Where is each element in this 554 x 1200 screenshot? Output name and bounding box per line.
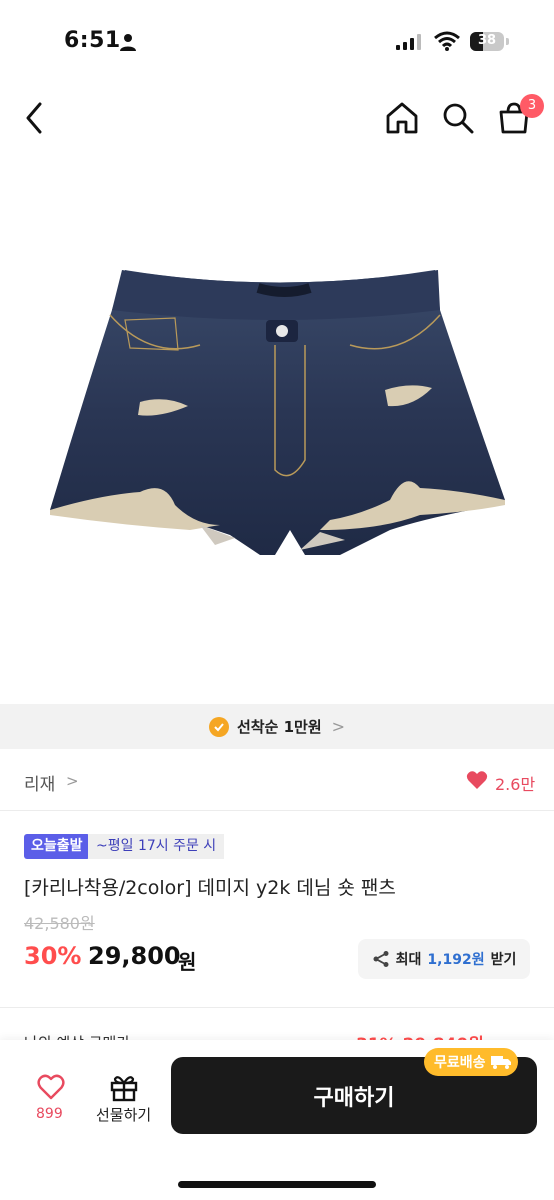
product-image[interactable] [0, 170, 554, 705]
home-indicator[interactable] [178, 1181, 376, 1188]
original-price: 42,580원 [24, 914, 95, 933]
cart-badge: 3 [520, 94, 544, 118]
battery-text: 38 [477, 33, 497, 48]
reward-button[interactable]: 최대 1,192원 받기 [358, 939, 530, 979]
sale-price-unit: 원 [178, 950, 197, 974]
home-icon[interactable] [384, 100, 420, 136]
same-day-ship-tag: 오늘출발 [24, 834, 90, 859]
person-icon [120, 34, 136, 51]
divider [0, 810, 554, 811]
like-count: 2.6만 [495, 775, 536, 794]
heart-outline-icon[interactable] [37, 1074, 65, 1100]
reward-amount: 1,192원 [427, 952, 485, 968]
product-title: [카리나착용/2color] 데미지 y2k 데님 숏 팬츠 [24, 877, 396, 899]
gift-label[interactable]: 선물하기 [96, 1104, 151, 1125]
divider [0, 1007, 554, 1008]
chevron-right-icon: > [331, 717, 346, 736]
share-icon [373, 951, 389, 967]
reward-prefix: 최대 [395, 952, 422, 968]
free-shipping-label: 무료배송 [434, 1055, 486, 1071]
brand-name[interactable]: 리재 [24, 770, 55, 795]
battery-indicator: 38 [470, 32, 504, 51]
free-shipping-badge: 무료배송 [424, 1048, 518, 1076]
check-badge-icon [208, 716, 229, 737]
chevron-right-icon: > [66, 772, 79, 790]
gift-icon[interactable] [109, 1072, 139, 1102]
sale-price: 29,800 [88, 942, 181, 970]
wifi-icon [434, 31, 460, 51]
truck-icon [490, 1056, 511, 1069]
heart-icon[interactable] [466, 770, 488, 790]
discount-rate: 30% [24, 942, 82, 970]
status-time: 6:51 [64, 28, 121, 53]
promo-text: 선착순 1만원 [236, 718, 322, 736]
signal-icon [396, 34, 421, 50]
wish-count: 899 [36, 1106, 63, 1122]
back-icon[interactable] [20, 100, 48, 136]
reward-suffix: 받기 [490, 952, 517, 968]
promo-banner[interactable]: 선착순 1만원 > [0, 704, 554, 749]
battery-cap [506, 38, 509, 45]
search-icon[interactable] [440, 100, 476, 136]
order-cutoff-tag: ~평일 17시 주문 시 [88, 834, 225, 859]
